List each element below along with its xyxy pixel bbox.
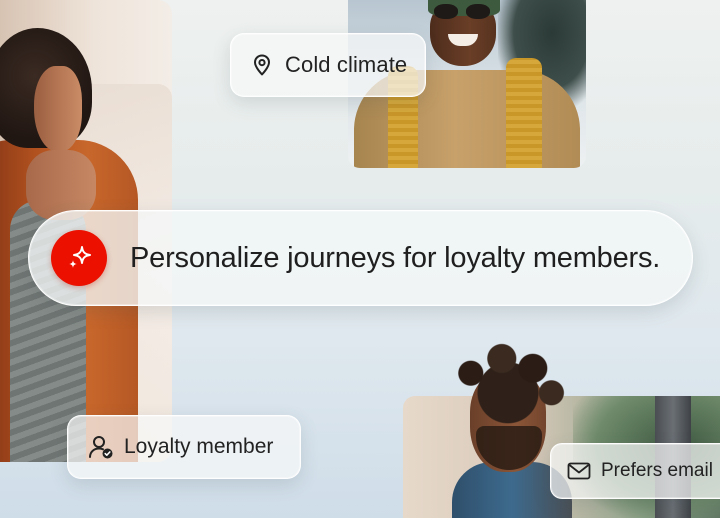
sparkle-icon bbox=[64, 243, 94, 273]
sunglasses-shape bbox=[434, 4, 492, 20]
loyalty-member-tag: Loyalty member bbox=[67, 415, 301, 479]
user-check-icon bbox=[88, 434, 114, 460]
prompt-bar[interactable]: Personalize journeys for loyalty members… bbox=[28, 210, 693, 306]
mail-icon bbox=[567, 462, 591, 480]
tag-label: Loyalty member bbox=[124, 435, 274, 458]
ai-badge bbox=[51, 230, 107, 286]
scarf-right-shape bbox=[506, 58, 542, 168]
curly-hair-shape bbox=[446, 334, 570, 432]
location-pin-icon bbox=[251, 53, 273, 77]
hero-canvas: Cold climate Personalize journeys for lo… bbox=[0, 0, 720, 518]
prompt-text: Personalize journeys for loyalty members… bbox=[130, 241, 661, 274]
tag-label: Prefers email bbox=[601, 460, 713, 481]
face-shape bbox=[34, 66, 82, 152]
tag-label: Cold climate bbox=[285, 52, 408, 77]
prefers-email-tag: Prefers email bbox=[550, 443, 720, 499]
cold-climate-tag: Cold climate bbox=[230, 33, 426, 97]
